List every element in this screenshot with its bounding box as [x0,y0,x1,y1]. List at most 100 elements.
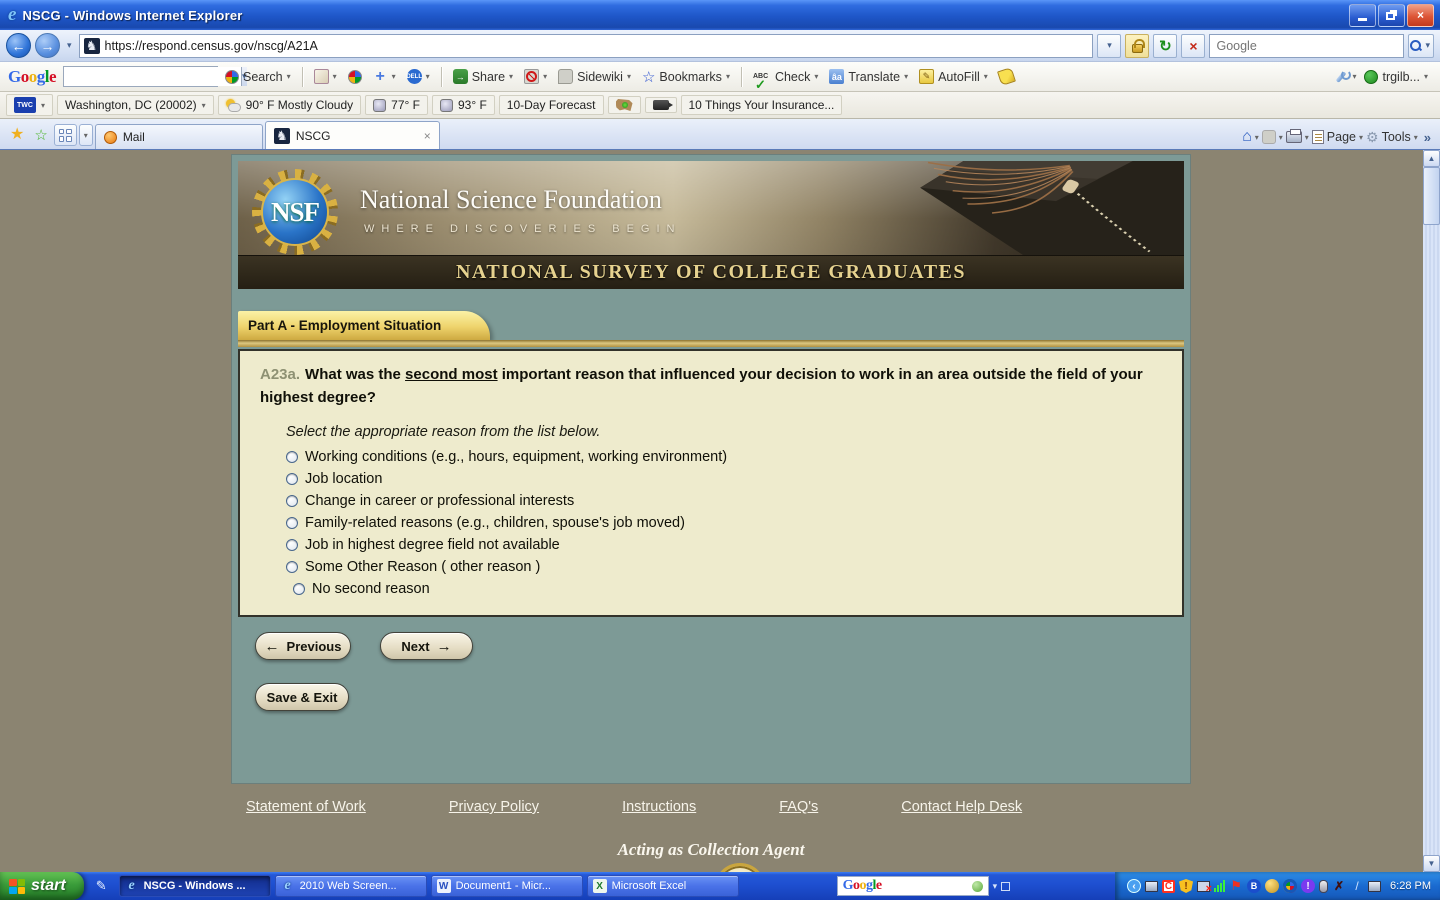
display-settings-tray-icon[interactable] [1145,881,1158,892]
radio-button[interactable] [286,451,298,463]
tab-list-button[interactable]: ▾ [79,124,93,146]
weather-location-dropdown[interactable]: Washington, DC (20002)▾ [57,95,214,115]
recent-pages-caret-icon[interactable]: ▾ [64,40,75,51]
vertical-scrollbar[interactable]: ▲ ▼ [1423,150,1440,872]
close-button[interactable]: × [1407,4,1434,27]
stop-button[interactable]: × [1181,34,1205,58]
signal-strength-tray-icon[interactable] [1214,880,1225,892]
bookmarks-button[interactable]: ☆Bookmarks▾ [638,65,734,89]
news-headline-link[interactable]: 10 Things Your Insurance... [681,95,843,115]
flag-tray-icon[interactable]: ⚑ [1229,879,1243,893]
back-button[interactable]: ← [6,33,31,58]
forward-button[interactable]: → [35,33,60,58]
caret-icon[interactable]: ▾ [1414,133,1418,142]
spellcheck-button[interactable]: ABC✓Check▾ [749,67,822,87]
address-input[interactable] [105,39,1089,53]
contact-help-desk-link[interactable]: Contact Help Desk [901,799,1022,815]
tools-menu-button[interactable]: Tools [1382,130,1411,144]
tab-close-icon[interactable]: × [424,129,431,143]
high-temp[interactable]: 93° F [432,95,495,115]
news-button[interactable]: ▾ [310,66,341,87]
video-button[interactable] [645,97,677,113]
google-swirl-tray-icon[interactable] [1283,879,1297,893]
radio-button[interactable] [286,539,298,551]
minimize-button[interactable] [1349,4,1376,27]
security-lock-button[interactable] [1125,34,1149,58]
home-icon[interactable]: ⌂ [1242,128,1252,146]
gear-icon[interactable]: ⚙ [1366,129,1379,146]
quick-launch-pen-icon[interactable]: ✎ [96,878,107,894]
quick-tabs-button[interactable] [54,124,77,146]
current-conditions[interactable]: 90° F Mostly Cloudy [218,95,362,115]
save-exit-button[interactable]: Save & Exit [255,683,349,711]
privacy-policy-link[interactable]: Privacy Policy [449,799,539,815]
low-temp[interactable]: 77° F [365,95,428,115]
more-commands-icon[interactable]: » [1421,130,1434,145]
google-desktop-search[interactable]: Google [837,876,989,896]
share-button[interactable]: →Share▾ [449,66,517,87]
previous-button[interactable]: ← Previous [255,632,351,660]
search-go-button[interactable]: ▾ [1408,34,1434,58]
taskbar-clock[interactable]: 6:28 PM [1390,880,1431,892]
page-icon[interactable] [1312,130,1324,144]
caret-icon[interactable]: ▾ [1359,133,1363,142]
scrollbar-thumb[interactable] [1423,167,1440,225]
google-apps-button[interactable] [344,67,366,87]
favorites-button[interactable]: ★ [6,124,28,149]
task-button-word[interactable]: W Document1 - Micr... [431,875,583,897]
wrench-settings-icon[interactable] [1334,70,1348,84]
hide-icons-chevron-icon[interactable]: ‹ [1127,879,1141,893]
radio-button[interactable] [286,495,298,507]
scroll-down-button[interactable]: ▼ [1423,855,1440,872]
deskband-restore-icon[interactable] [1001,882,1010,891]
instructions-link[interactable]: Instructions [622,799,696,815]
search-input[interactable] [1216,39,1397,53]
add-gadget-button[interactable]: +▾ [369,66,400,87]
deskband-caret-icon[interactable]: ▾ [989,881,1002,892]
radio-button[interactable] [293,583,305,595]
restore-button[interactable] [1378,4,1405,27]
monitor-tray-icon[interactable] [1368,881,1381,892]
tab-nscg[interactable]: ♞ NSCG × [265,121,440,149]
ten-day-forecast-button[interactable]: 10-Day Forecast [499,95,604,115]
google-search-button[interactable]: Search ▾ [221,67,295,87]
caret-icon[interactable]: ▾ [1255,133,1259,142]
radio-button[interactable] [286,473,298,485]
network-disconnected-tray-icon[interactable] [1197,881,1210,892]
radar-map-button[interactable] [608,96,641,114]
task-button-nscg[interactable]: e NSCG - Windows ... [119,875,271,897]
autofill-button[interactable]: ✎AutoFill▾ [915,66,992,87]
highlighter-button[interactable] [995,66,1018,87]
google-search-input[interactable] [64,67,241,86]
radio-button[interactable] [286,561,298,573]
caret-icon[interactable]: ▾ [1279,133,1283,142]
gold-app-tray-icon[interactable] [1265,879,1279,893]
start-button[interactable]: start [0,872,84,900]
scroll-up-button[interactable]: ▲ [1423,150,1440,167]
print-icon[interactable] [1286,131,1302,143]
dell-button[interactable]: DELL▾ [403,66,434,87]
address-dropdown-button[interactable]: ▾ [1097,34,1121,58]
statement-of-work-link[interactable]: Statement of Work [246,799,366,815]
task-button-excel[interactable]: X Microsoft Excel [587,875,739,897]
sidewiki-button[interactable]: Sidewiki▾ [554,66,635,87]
add-favorite-button[interactable]: ☆ [30,126,51,149]
account-button[interactable]: trgilb...▾ [1360,67,1432,87]
feeds-icon[interactable] [1262,130,1276,144]
next-button[interactable]: Next → [380,632,473,660]
copyright-tray-icon[interactable]: C [1162,880,1175,893]
alert-tray-icon[interactable]: ! [1301,879,1315,893]
bluetooth-tray-icon[interactable]: B [1247,879,1261,893]
refresh-button[interactable]: ↻ [1153,34,1177,58]
page-menu-button[interactable]: Page [1327,130,1356,144]
antivirus-tray-icon[interactable]: ✗ [1332,879,1346,893]
faqs-link[interactable]: FAQ's [779,799,818,815]
twc-logo-button[interactable]: TWC▾ [6,94,53,116]
mouse-tray-icon[interactable] [1319,880,1328,893]
translate-button[interactable]: âaTranslate▾ [825,66,912,87]
popup-blocker-button[interactable]: ▾ [520,66,551,87]
tab-mail[interactable]: Mail [95,124,263,149]
security-shield-tray-icon[interactable]: ! [1179,879,1193,893]
radio-button[interactable] [286,517,298,529]
pen-tray-icon[interactable]: / [1350,879,1364,893]
